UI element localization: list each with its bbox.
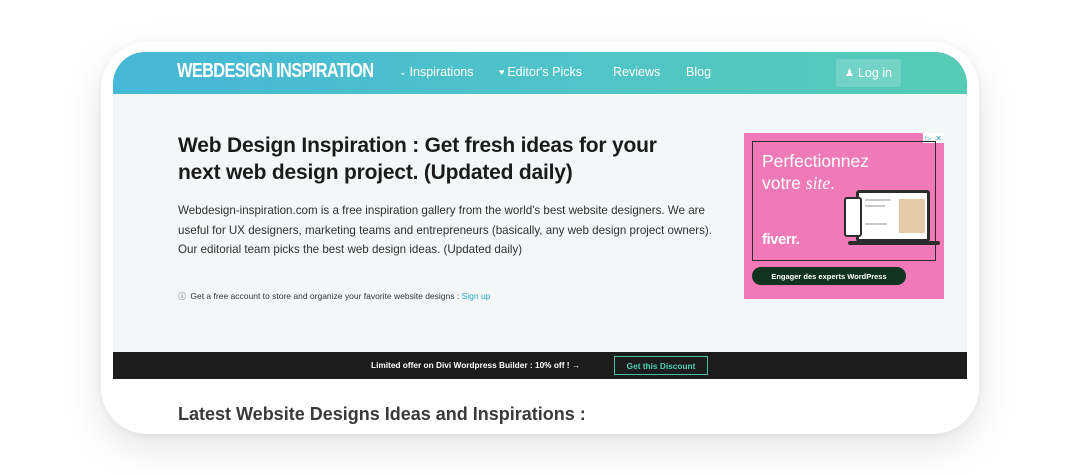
ad-headline: Perfectionnez votre site.: [762, 151, 870, 193]
laptop-base: [848, 241, 940, 245]
ad-screen-artwork: [899, 199, 925, 233]
ad-headline-line1: Perfectionnez: [762, 151, 870, 171]
site-logo[interactable]: WEBDESIGN INSPIRATION: [177, 60, 374, 83]
nav-blog-label: Blog: [686, 65, 712, 79]
laptop-illustration: [856, 190, 930, 242]
nav-reviews-label: Reviews: [613, 65, 661, 79]
ad-screen-line: [865, 223, 887, 225]
top-navigation-bar: WEBDESIGN INSPIRATION ⌄ Inspirations ♥ Edi…: [113, 52, 967, 94]
page-title: Web Design Inspiration : Get fresh ideas…: [178, 134, 657, 184]
nav-inspirations[interactable]: ⌄ Inspirations: [399, 65, 473, 79]
ad-screen-line: [865, 199, 891, 201]
browser-viewport: WEBDESIGN INSPIRATION ⌄ Inspirations ♥ Edi…: [113, 52, 967, 434]
advertisement-banner[interactable]: ▷ ✕ Perfectionnez votre site. fiverr. En…: [744, 133, 944, 299]
nav-editors-picks-label: Editor's Picks: [507, 65, 582, 79]
info-icon: ⓘ: [178, 292, 186, 301]
login-button[interactable]: ♟ Log in: [836, 59, 901, 87]
promo-bar: Limited offer on Divi Wordpress Builder …: [113, 352, 967, 379]
ad-close-icon[interactable]: ✕: [935, 134, 942, 143]
promo-text: Limited offer on Divi Wordpress Builder …: [371, 360, 581, 370]
nav-editors-picks[interactable]: ♥ Editor's Picks: [499, 65, 582, 79]
hero-section: Web Design Inspiration : Get fresh ideas…: [113, 94, 967, 352]
ad-headline-emphasis: site: [805, 173, 831, 193]
signup-link[interactable]: Sign up: [462, 291, 491, 301]
hero-description: Webdesign-inspiration.com is a free insp…: [178, 204, 713, 256]
nav-inspirations-label: Inspirations: [409, 65, 474, 79]
user-icon: ♟: [844, 67, 854, 79]
signup-note: ⓘ Get a free account to store and organi…: [178, 291, 490, 302]
ad-cta-button[interactable]: Engager des experts WordPress: [752, 267, 906, 285]
device-frame: WEBDESIGN INSPIRATION ⌄ Inspirations ♥ Edi…: [101, 42, 979, 434]
phone-illustration: [844, 197, 862, 237]
heart-icon: ♥: [499, 67, 505, 77]
fiverr-logo: fiverr.: [762, 231, 800, 248]
ad-headline-line2: votre: [762, 173, 801, 193]
nav-blog[interactable]: Blog: [686, 65, 711, 79]
get-discount-button[interactable]: Get this Discount: [614, 356, 708, 375]
login-label: Log in: [857, 66, 893, 80]
signup-note-text: Get a free account to store and organize…: [190, 291, 460, 301]
nav-reviews[interactable]: Reviews: [613, 65, 660, 79]
ad-screen-line: [865, 205, 885, 207]
chevron-down-icon: ⌄: [399, 67, 407, 77]
section-title: Latest Website Designs Ideas and Inspira…: [178, 404, 586, 424]
